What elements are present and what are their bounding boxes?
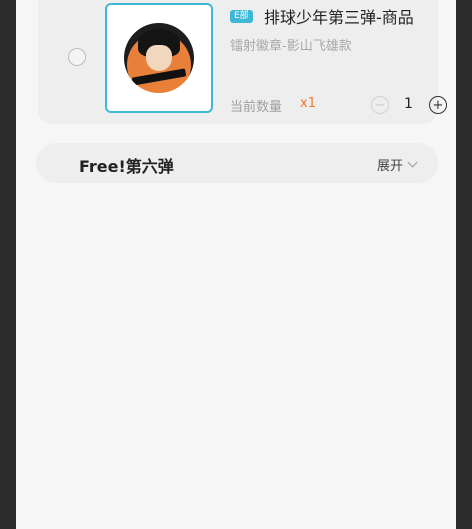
expand-button[interactable]: 展开 (377, 155, 418, 174)
quantity-value: 1 (404, 96, 413, 112)
product-subtitle: 镭射徽章-影山飞雄款 (230, 39, 352, 54)
select-radio[interactable] (68, 48, 86, 66)
expand-label: 展开 (377, 159, 404, 174)
increase-quantity-button[interactable]: + (429, 96, 447, 114)
quantity-label: 当前数量 (230, 100, 283, 115)
product-card: E部 排球少年第三弹-商品 镭射徽章-影山飞雄款 当前数量 x1 − 1 + (38, 0, 447, 124)
product-tag: E部 (230, 10, 253, 23)
quantity-multiplier: x1 (300, 96, 316, 111)
screen: E部 排球少年第三弹-商品 镭射徽章-影山飞雄款 当前数量 x1 − 1 + F… (16, 0, 456, 529)
series-group-header[interactable]: Free!第六弹 展开 (36, 143, 438, 183)
minus-icon: − (374, 97, 386, 113)
badge-face-shape (146, 45, 172, 71)
chevron-down-icon (407, 157, 418, 168)
badge-image (124, 23, 194, 93)
series-title: Free!第六弹 (79, 157, 174, 176)
product-thumbnail[interactable] (105, 3, 213, 113)
plus-icon: + (432, 97, 444, 113)
decrease-quantity-button[interactable]: − (371, 96, 389, 114)
product-title: 排球少年第三弹-商品 (264, 8, 414, 27)
